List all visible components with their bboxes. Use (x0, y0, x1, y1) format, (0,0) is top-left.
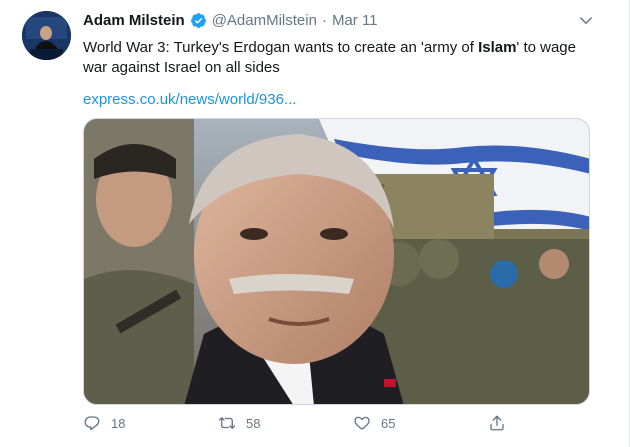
tweet-text: World War 3: Turkey's Erdogan wants to c… (83, 38, 603, 78)
like-count: 65 (381, 415, 396, 431)
tweet-actions: 18 58 65 (83, 414, 513, 438)
avatar[interactable] (22, 11, 71, 60)
tweet-header: Adam Milstein @AdamMilstein · Mar 11 (83, 12, 378, 29)
author-name[interactable]: Adam Milstein (83, 12, 185, 29)
heart-icon (354, 416, 370, 430)
author-handle[interactable]: @AdamMilstein (212, 12, 317, 29)
retweet-button[interactable]: 58 (218, 414, 260, 432)
retweet-icon (218, 417, 236, 429)
reply-icon (84, 416, 100, 431)
tweet-text-line1-pre: World War 3: Turkey's Erdogan wants to c… (83, 39, 479, 56)
share-button[interactable] (488, 414, 506, 432)
tweet-text-line2: war against Israel on all sides (83, 59, 280, 76)
verified-badge-icon (190, 12, 207, 29)
tweet-date[interactable]: Mar 11 (332, 12, 378, 29)
retweet-count: 58 (246, 415, 261, 431)
reply-button[interactable]: 18 (83, 414, 125, 432)
tweet-card[interactable]: Adam Milstein @AdamMilstein · Mar 11 Wor… (0, 0, 630, 447)
reply-count: 18 (111, 415, 126, 431)
article-link[interactable]: express.co.uk/news/world/936... (83, 91, 296, 108)
tweet-text-bold: Islam (478, 39, 517, 56)
tweet-text-line1-post: ' to wage (516, 39, 576, 56)
tweet-image[interactable] (83, 118, 590, 405)
chevron-down-icon[interactable] (577, 12, 595, 30)
separator-dot: · (321, 12, 327, 29)
share-icon (490, 415, 504, 431)
like-button[interactable]: 65 (353, 414, 395, 432)
